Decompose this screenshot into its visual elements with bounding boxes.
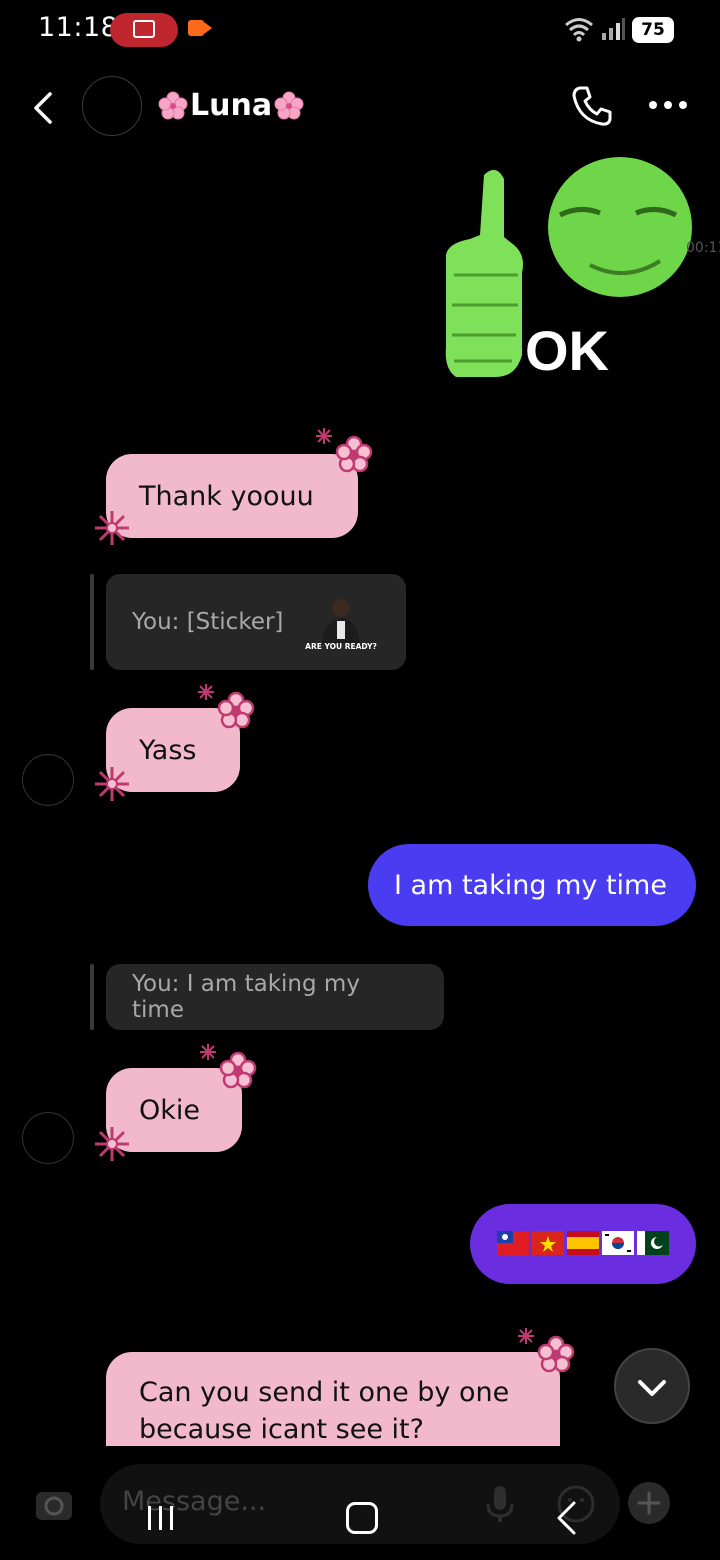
reply-indicator-bar <box>90 574 94 670</box>
scroll-to-bottom-button[interactable] <box>614 1348 690 1424</box>
flower-decoration-icon <box>95 511 129 545</box>
more-horizontal-icon[interactable] <box>648 100 688 110</box>
sender-avatar[interactable] <box>22 754 74 806</box>
recent-apps-icon[interactable] <box>146 1504 176 1532</box>
sticker-thumbnail: ARE YOU READY? <box>304 594 378 654</box>
wifi-icon <box>565 18 593 42</box>
message-text: I am taking my time <box>394 869 667 901</box>
reply-quote-text: You: I am taking my time <box>132 971 360 1023</box>
contact-avatar[interactable] <box>82 76 142 136</box>
chevron-down-icon <box>638 1380 666 1396</box>
cherry-blossom-icon <box>274 91 304 119</box>
flower-decoration-icon <box>518 1328 575 1373</box>
reply-indicator-bar <box>90 964 94 1030</box>
sender-avatar[interactable] <box>22 1112 74 1164</box>
microphone-icon[interactable] <box>484 1484 516 1524</box>
pakistan-flag-icon <box>637 1231 669 1255</box>
reply-quote-text: You: [Sticker] <box>132 609 284 635</box>
status-time: 11:18 <box>38 12 119 43</box>
signal-icon <box>602 18 625 40</box>
flower-decoration-icon <box>316 428 373 473</box>
message-text: Thank yoouu <box>139 480 314 512</box>
sent-message-bubble[interactable]: 🇹🇼🇻🇳🇪🇸🇰🇷🇵🇰 <box>470 1204 696 1284</box>
message-text: Yass <box>139 734 197 766</box>
contact-name[interactable]: Luna <box>158 88 304 123</box>
thumbnail-caption: ARE YOU READY? <box>305 642 377 651</box>
flag-emojis <box>497 1231 669 1255</box>
chevron-left-icon[interactable] <box>26 88 62 128</box>
home-icon[interactable] <box>346 1502 378 1534</box>
message-text-line: Can you send it one by one <box>139 1377 510 1408</box>
nav-back-icon[interactable] <box>554 1500 578 1536</box>
plus-icon <box>637 1491 661 1515</box>
taiwan-flag-icon <box>497 1231 529 1255</box>
message-timestamp: 00:11 <box>686 240 720 256</box>
message-text: Okie <box>139 1094 201 1126</box>
message-placeholder: Message... <box>122 1486 267 1517</box>
contact-name-text: Luna <box>190 88 273 123</box>
sent-message-bubble[interactable]: I am taking my time <box>368 844 696 926</box>
battery-indicator: 75 <box>632 17 674 43</box>
cherry-blossom-icon <box>158 91 188 119</box>
person-thumbnail-icon <box>304 594 378 644</box>
vietnam-flag-icon <box>532 1231 564 1255</box>
korea-flag-icon <box>602 1231 634 1255</box>
add-attachment-button[interactable] <box>628 1482 670 1524</box>
screen-record-icon <box>133 20 155 38</box>
phone-icon[interactable] <box>570 84 614 128</box>
flower-decoration-icon <box>198 684 255 729</box>
message-text-line: because icant see it? <box>139 1414 424 1445</box>
camera-icon[interactable] <box>32 1484 76 1524</box>
flower-decoration-icon <box>95 767 129 801</box>
camera-active-icon <box>188 20 212 36</box>
spain-flag-icon <box>567 1231 599 1255</box>
flower-decoration-icon <box>95 1127 129 1161</box>
flower-decoration-icon <box>200 1044 257 1089</box>
received-message-bubble[interactable]: Can you send it one by one because icant… <box>106 1352 560 1446</box>
sticker-caption: OK <box>525 319 609 382</box>
reply-quote[interactable]: You: I am taking my time <box>106 964 444 1030</box>
